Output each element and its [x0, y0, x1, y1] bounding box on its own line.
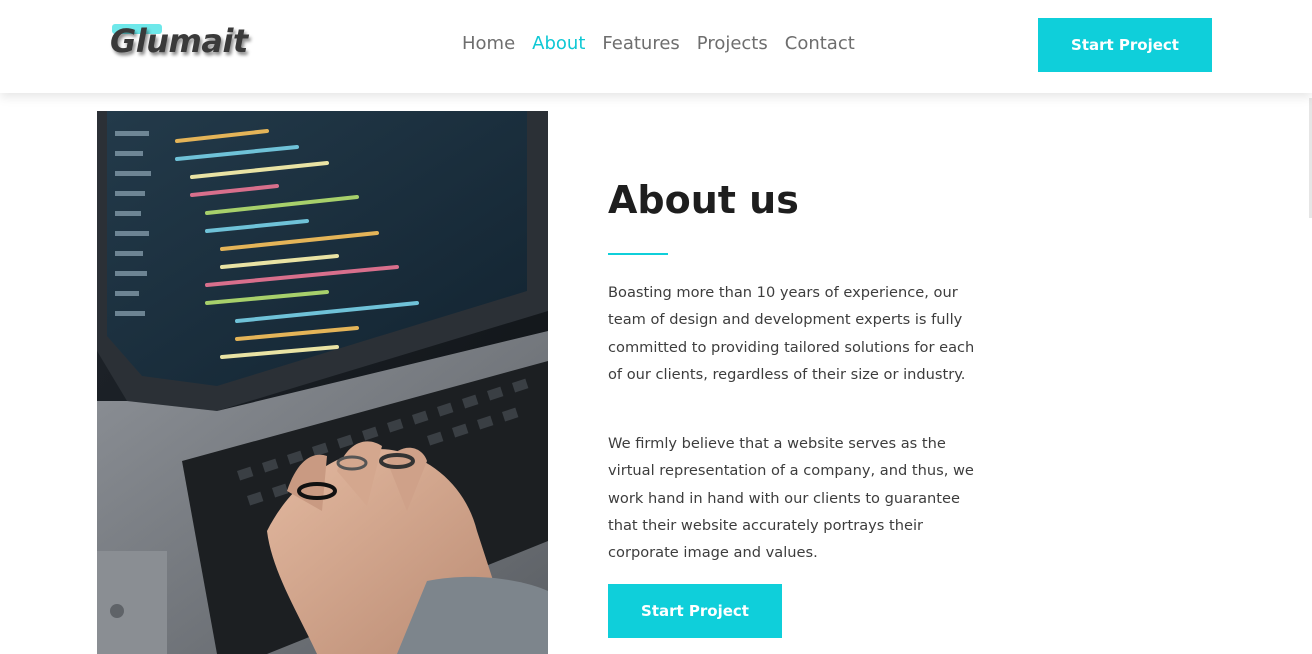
logo-text: Glumait [110, 22, 248, 60]
about-title: About us [608, 178, 799, 222]
start-project-button[interactable]: Start Project [608, 584, 782, 638]
main-nav: Home About Features Projects Contact [462, 30, 855, 56]
laptop-code-image [97, 111, 548, 654]
about-paragraph-2: We firmly believe that a website serves … [608, 435, 974, 562]
start-project-header-button[interactable]: Start Project [1038, 18, 1212, 72]
nav-item-home[interactable]: Home [462, 33, 515, 54]
nav-item-features[interactable]: Features [602, 33, 679, 54]
nav-item-contact[interactable]: Contact [785, 33, 855, 54]
title-divider [608, 253, 668, 255]
logo[interactable]: Glumait [110, 22, 250, 66]
nav-item-projects[interactable]: Projects [697, 33, 768, 54]
site-header: Glumait Home About Features Projects Con… [0, 0, 1312, 93]
nav-item-about[interactable]: About [532, 33, 585, 54]
about-paragraph-1: Boasting more than 10 years of experienc… [608, 284, 975, 383]
